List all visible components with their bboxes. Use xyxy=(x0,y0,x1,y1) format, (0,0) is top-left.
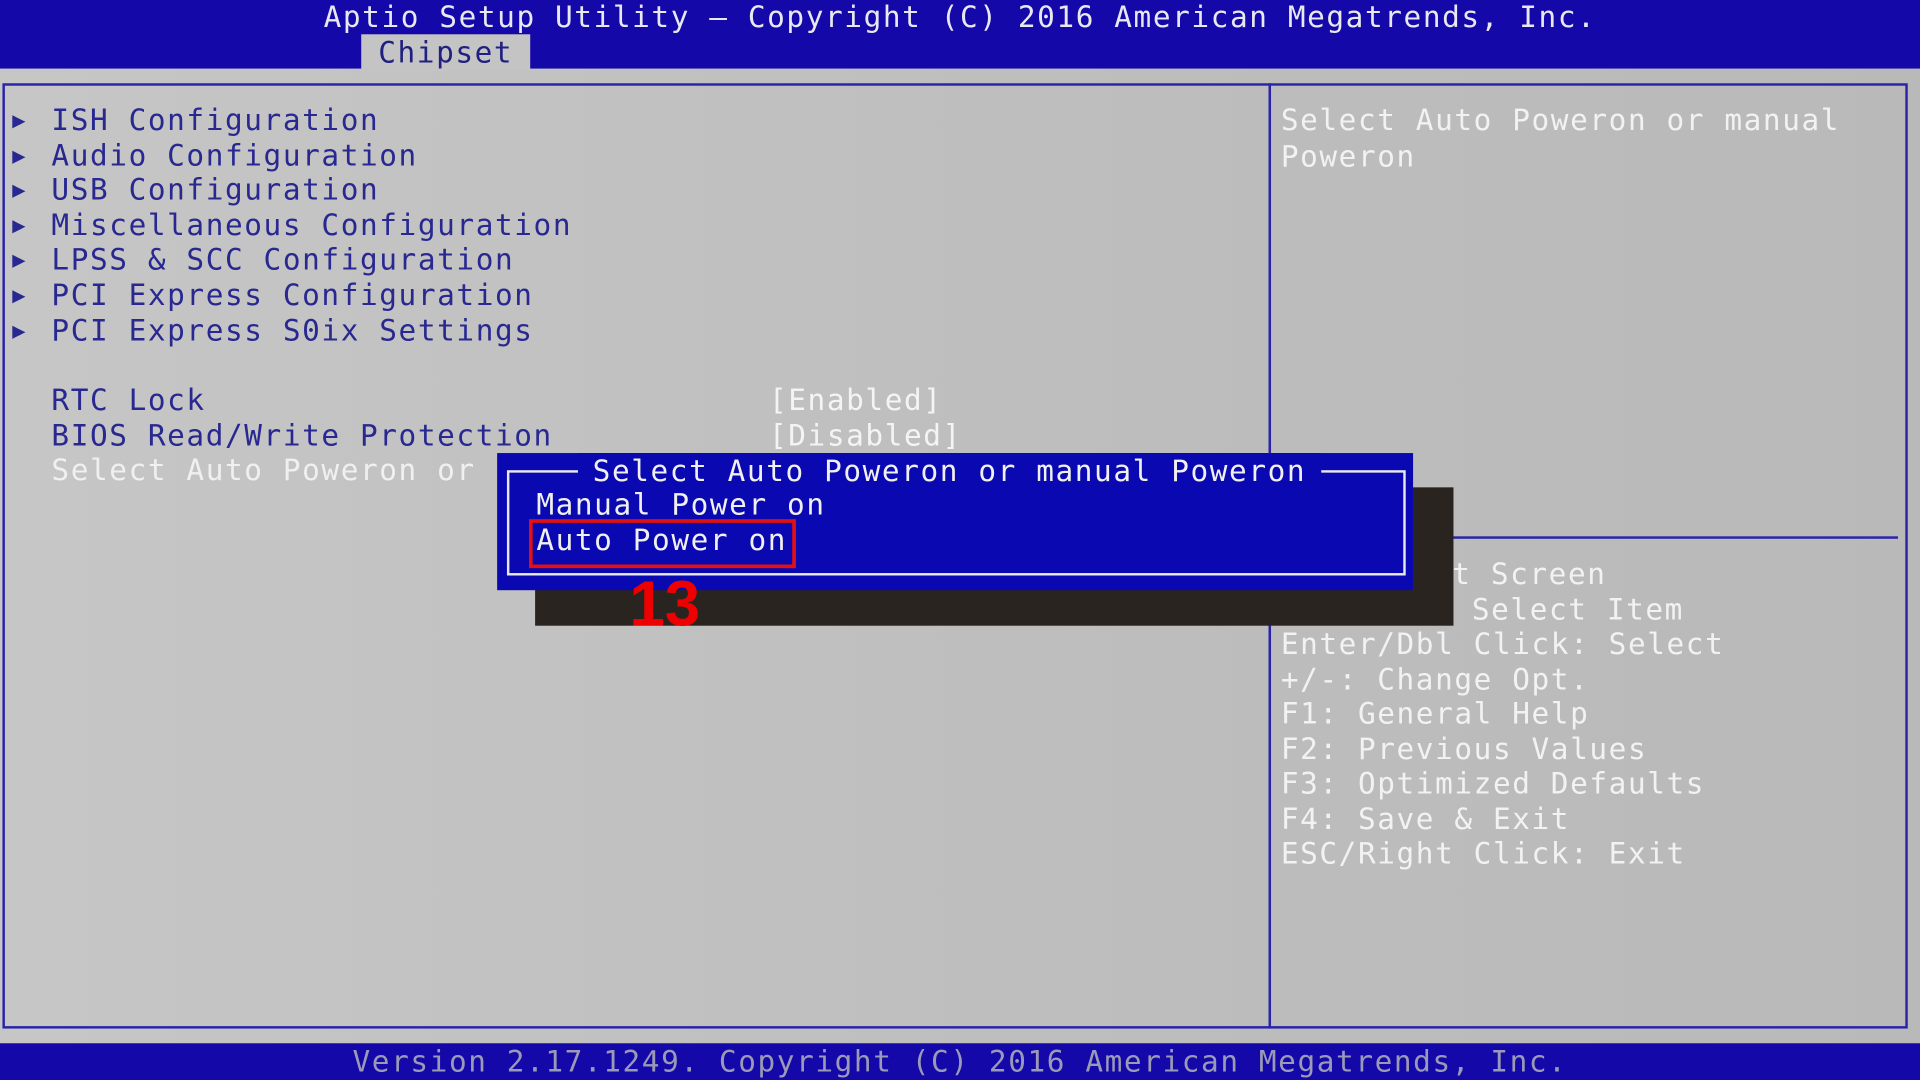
setting-label[interactable]: RTC Lock xyxy=(51,383,205,417)
help-key: F1: General Help xyxy=(1280,696,1590,732)
submenu-arrow-icon: ▶ xyxy=(12,212,28,239)
help-key: F2: Previous Values xyxy=(1280,731,1648,766)
submenu-arrow-icon: ▶ xyxy=(12,317,28,344)
highlight-box xyxy=(528,519,796,569)
footer-version: Version 2.17.1249. Copyright (C) 2016 Am… xyxy=(0,1043,1920,1080)
popup-title: Select Auto Poweron or manual Poweron xyxy=(577,453,1321,490)
help-key: F4: Save & Exit xyxy=(1280,801,1571,836)
tab-chipset[interactable]: Chipset xyxy=(361,34,531,72)
help-key: +/-: Change Opt. xyxy=(1280,661,1590,697)
help-description: Select Auto Poweron or manual xyxy=(1280,102,1841,138)
submenu-arrow-icon: ▶ xyxy=(12,142,28,169)
setting-value[interactable]: [Disabled] xyxy=(769,418,962,452)
setting-label[interactable]: BIOS Read/Write Protection xyxy=(51,418,552,452)
help-description: Poweron xyxy=(1280,139,1416,174)
help-divider xyxy=(1452,536,1898,539)
help-key: F3: Optimized Defaults xyxy=(1280,766,1706,801)
submenu-arrow-icon: ▶ xyxy=(12,107,28,134)
submenu-arrow-icon: ▶ xyxy=(12,177,28,204)
setting-value[interactable]: [Enabled] xyxy=(769,383,943,417)
help-key: Select Item xyxy=(1471,592,1684,627)
submenu-arrow-icon: ▶ xyxy=(12,247,28,274)
submenu-arrow-icon: ▶ xyxy=(12,282,28,309)
bios-screen: Aptio Setup Utility – Copyright (C) 2016… xyxy=(0,0,1920,1080)
submenu-item[interactable]: PCI Express S0ix Settings xyxy=(51,313,533,347)
submenu-item[interactable]: ISH Configuration xyxy=(51,103,379,137)
step-annotation: 13 xyxy=(629,569,701,641)
header-title: Aptio Setup Utility – Copyright (C) 2016… xyxy=(323,0,1597,35)
help-key: Enter/Dbl Click: Select xyxy=(1280,626,1725,662)
submenu-item[interactable]: Miscellaneous Configuration xyxy=(51,208,572,242)
help-key: t Screen xyxy=(1452,557,1607,592)
help-key: ESC/Right Click: Exit xyxy=(1280,836,1686,871)
setting-label[interactable]: Select Auto Poweron or xyxy=(51,453,475,487)
submenu-item[interactable]: PCI Express Configuration xyxy=(51,278,533,312)
submenu-item[interactable]: USB Configuration xyxy=(51,173,379,207)
submenu-item[interactable]: Audio Configuration xyxy=(51,138,417,172)
submenu-item[interactable]: LPSS & SCC Configuration xyxy=(51,243,514,277)
option-manual-power-on[interactable]: Manual Power on xyxy=(536,487,825,521)
